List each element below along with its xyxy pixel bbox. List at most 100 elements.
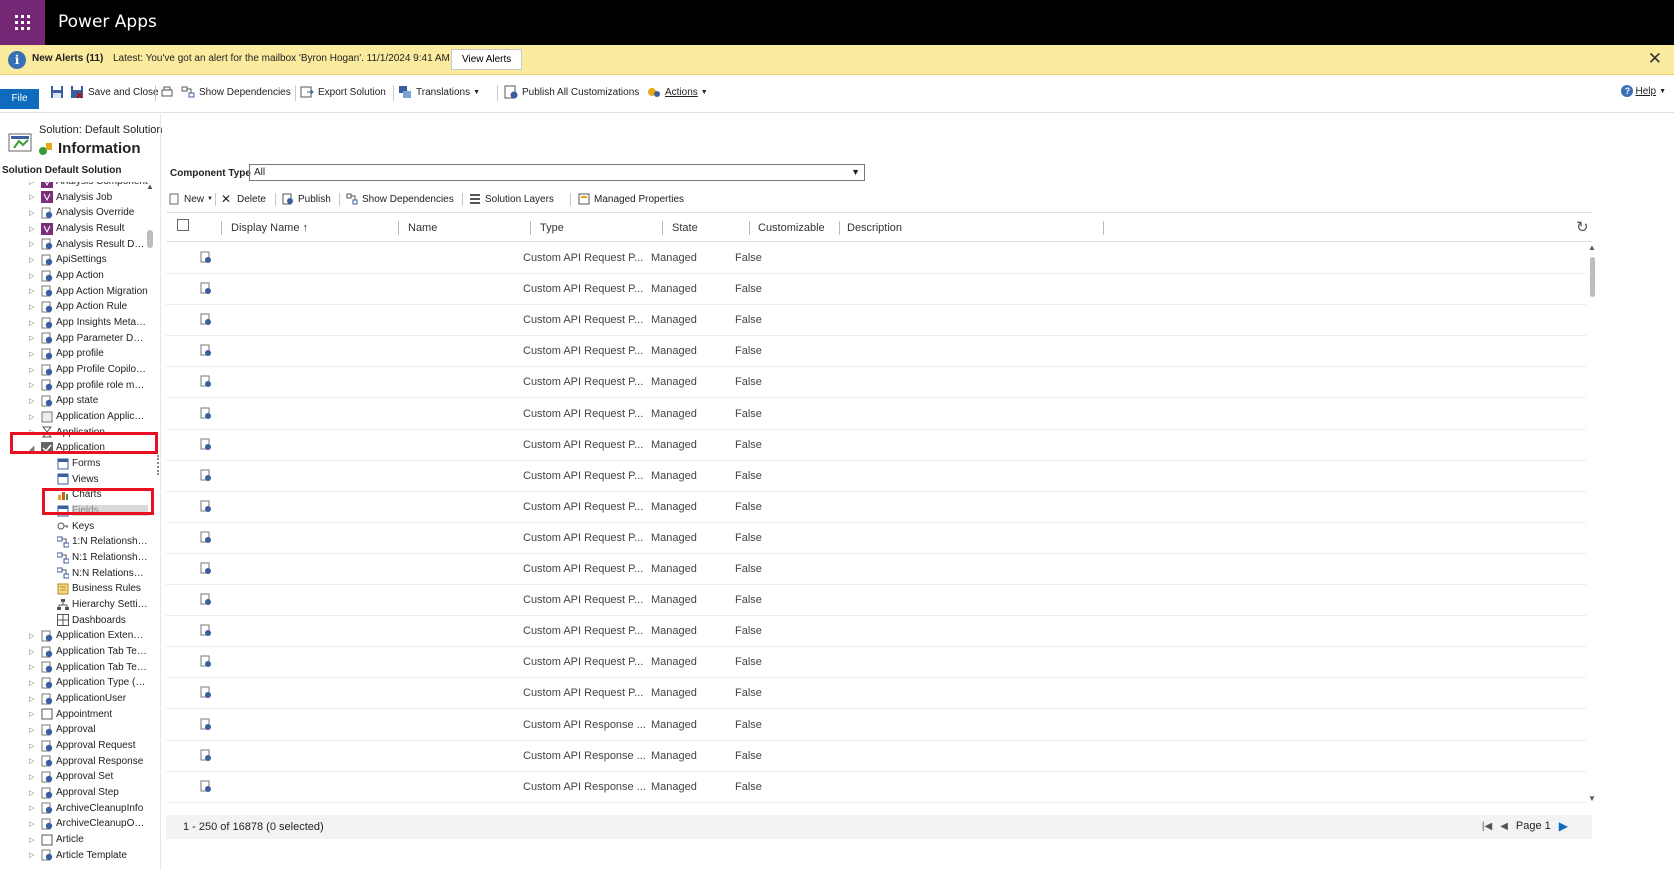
table-row[interactable]: Custom API Request P... Managed False [166,585,1586,617]
table-row[interactable]: Custom API Request P... Managed False [166,367,1586,399]
table-row[interactable]: Custom API Request P... Managed False [166,243,1586,274]
save-and-close-button[interactable]: Save and Close [70,85,159,99]
tree-expand-icon[interactable]: ▷ [29,381,34,389]
previous-page-icon[interactable]: ◀ [1500,821,1508,832]
app-title[interactable]: Power Apps [58,12,157,32]
select-all-checkbox[interactable] [177,219,189,231]
tree-expand-icon[interactable]: ▷ [29,742,34,750]
tree-item[interactable]: ▷ Analysis Component [0,182,150,189]
tree-expand-icon[interactable]: ▷ [29,679,34,687]
col-state[interactable]: State [672,213,698,243]
tree-item[interactable]: ▷ App profile [0,346,150,361]
export-solution-button[interactable]: Export Solution [300,85,386,99]
file-button[interactable]: File [0,89,39,109]
tree-item[interactable]: ▷ Analysis Result [0,221,150,236]
tree-expand-icon[interactable]: ▷ [29,726,34,734]
tree-expand-icon[interactable]: ▷ [29,182,34,186]
tree-item[interactable]: Views [0,472,150,487]
tree-item[interactable]: ▷ App Action Rule [0,299,150,314]
table-row[interactable]: Custom API Request P... Managed False [166,430,1586,461]
tree-item[interactable]: ▷ ArchiveCleanupInfo [0,801,150,816]
tree-expand-icon[interactable]: ▷ [29,272,34,280]
tree-item[interactable]: ▷ Application Tab Tem... [0,644,150,659]
tree-item[interactable]: ▷ ApiSettings [0,252,150,267]
tree-expand-icon[interactable]: ▷ [29,256,34,264]
tree-expand-icon[interactable]: ▷ [29,851,34,859]
tree-expand-icon[interactable]: ▷ [29,397,34,405]
tree-expand-icon[interactable]: ▷ [29,820,34,828]
tree-item[interactable]: ▷ Article Template [0,848,150,863]
tree-item[interactable]: ▷ Application Type (D... [0,675,150,690]
tree-item[interactable]: ▷ App Insights Metad... [0,315,150,330]
tree-expand-icon[interactable]: ▷ [29,319,34,327]
table-row[interactable]: Custom API Request P... Managed False [166,399,1586,430]
table-row[interactable]: Custom API Response ... Managed False [166,710,1586,741]
tree-item[interactable]: ▷ App Action [0,268,150,283]
translations-button[interactable]: Translations ▼ [398,85,480,99]
new-button[interactable]: New ▼ [168,190,213,208]
table-row[interactable]: Custom API Response ... Managed False [166,741,1586,772]
next-page-icon[interactable]: ▶ [1559,819,1568,833]
tree-item[interactable]: ▷ ApplicationUser [0,691,150,706]
print-button[interactable] [160,85,178,99]
scroll-up-icon[interactable]: ▲ [146,182,154,191]
save-button[interactable] [50,85,68,99]
refresh-icon[interactable]: ↻ [1576,218,1589,236]
tree-expand-icon[interactable]: ▷ [29,413,34,421]
actions-button[interactable]: Actions ▼ [647,85,708,99]
publish-all-button[interactable]: Publish All Customizations [504,85,639,99]
col-description[interactable]: Description [847,213,902,243]
tree-item[interactable]: ▷ App Parameter Defi... [0,331,150,346]
tree-expand-icon[interactable]: ▷ [29,648,34,656]
tree-item[interactable]: Business Rules [0,581,150,596]
tree-item[interactable]: ▷ App profile role ma... [0,378,150,393]
tree-item[interactable]: ▷ Approval Set [0,769,150,784]
tree-expand-icon[interactable]: ▷ [29,836,34,844]
scroll-down-icon[interactable]: ▼ [1588,794,1596,803]
tree-item[interactable]: 1:N Relationships [0,534,150,549]
tree-expand-icon[interactable]: ▷ [29,366,34,374]
tree-item[interactable]: ▷ App Action Migration [0,284,150,299]
tree-item[interactable]: ▷ Application Tab Tem... [0,660,150,675]
help-button[interactable]: ? Help ▼ [1621,85,1666,97]
tree-expand-icon[interactable]: ▷ [29,757,34,765]
tree-item[interactable]: N:N Relationships [0,566,150,581]
tree-expand-icon[interactable]: ▷ [29,209,34,217]
tree-item[interactable]: ▷ App Profile Copilot ... [0,362,150,377]
component-type-select[interactable]: All ▼ [249,164,865,181]
tree-expand-icon[interactable]: ▷ [29,632,34,640]
managed-properties-button[interactable]: Managed Properties [578,190,684,208]
show-dependencies-button[interactable]: Show Dependencies [181,85,291,99]
col-type[interactable]: Type [540,213,564,243]
tree-expand-icon[interactable]: ▷ [29,789,34,797]
table-row[interactable]: Custom API Request P... Managed False [166,492,1586,523]
delete-button[interactable]: ✕ Delete [221,190,266,208]
tree-expand-icon[interactable]: ▷ [29,193,34,201]
publish-button[interactable]: Publish [282,190,331,208]
tree-scroll-thumb[interactable] [147,230,153,248]
table-row[interactable]: Custom API Request P... Managed False [166,616,1586,648]
tree-item[interactable]: ▷ Application Extension [0,628,150,643]
scroll-up-icon[interactable]: ▲ [1588,243,1596,252]
first-page-icon[interactable]: |◀ [1482,821,1492,832]
tree-item[interactable]: Keys [0,519,150,534]
tree-expand-icon[interactable]: ▷ [29,710,34,718]
table-row[interactable]: Custom API Request P... Managed False [166,647,1586,679]
solution-layers-button[interactable]: Solution Layers [469,190,554,208]
tree-item[interactable]: Dashboards [0,613,150,628]
tree-item[interactable]: ▷ Analysis Result Detail [0,237,150,252]
tree-expand-icon[interactable]: ▷ [29,240,34,248]
tree-expand-icon[interactable]: ▷ [29,287,34,295]
grid-scrollbar[interactable]: ▲ ▼ [1587,243,1597,803]
tree-item[interactable]: ▷ Analysis Override [0,205,150,220]
tree-expand-icon[interactable]: ▷ [29,663,34,671]
tree-item[interactable]: Hierarchy Settin... [0,597,150,612]
close-icon[interactable]: ✕ [1648,49,1662,69]
tree-item[interactable]: ▷ Approval Response [0,754,150,769]
app-launcher-button[interactable] [0,0,45,45]
table-row[interactable]: Custom API Request P... Managed False [166,305,1586,337]
panel-splitter[interactable] [157,455,159,475]
grid-scroll-thumb[interactable] [1590,257,1595,297]
tree-expand-icon[interactable]: ▷ [29,804,34,812]
tree-item[interactable]: ▷ Approval Request [0,738,150,753]
